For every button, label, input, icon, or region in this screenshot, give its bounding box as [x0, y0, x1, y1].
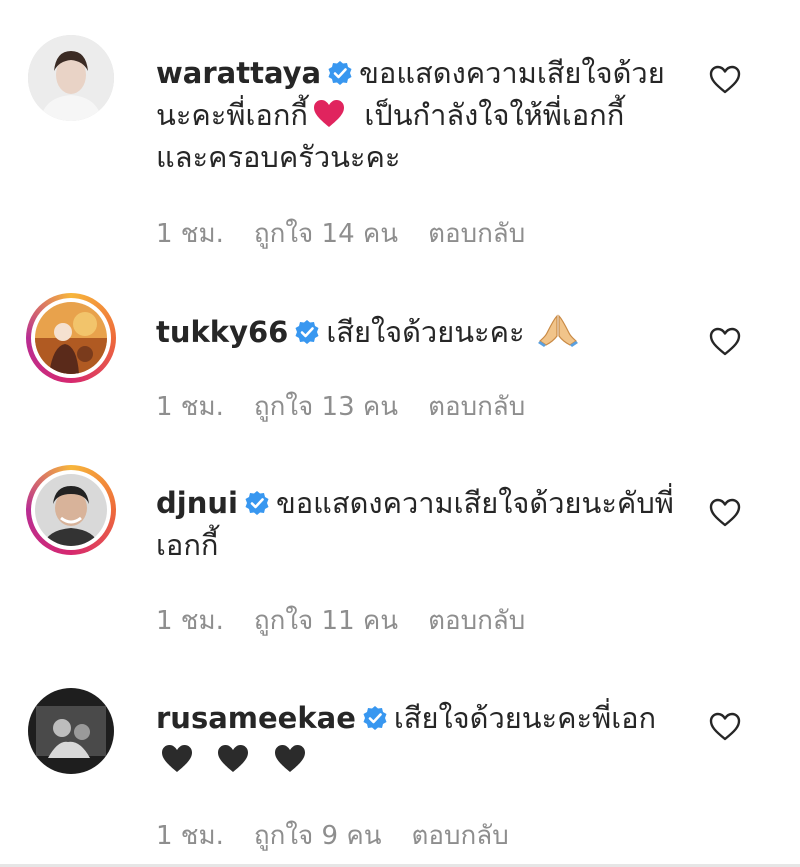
like-heart-icon[interactable] [708, 326, 742, 358]
avatar-tukky66[interactable] [26, 293, 116, 383]
comment-username[interactable]: warattaya [156, 56, 321, 90]
comment-time: 1 ชม. [156, 821, 224, 851]
verified-badge-icon [362, 705, 388, 731]
avatar-djnui[interactable] [26, 465, 116, 555]
comment-likes[interactable]: ถูกใจ 11 คน [254, 606, 398, 636]
comment-username[interactable]: tukky66 [156, 315, 288, 349]
comment-likes[interactable]: ถูกใจ 13 คน [254, 392, 398, 422]
comment-likes[interactable]: ถูกใจ 9 คน [254, 821, 382, 851]
comment-body: rusameekae เสียใจด้วยนะคะพี่เอก [156, 697, 676, 781]
black-heart-icon [216, 743, 250, 775]
comment-meta: 1 ชม. ถูกใจ 14 คน ตอบกลับ [156, 213, 555, 254]
avatar-warattaya[interactable] [28, 35, 114, 121]
comment-meta: 1 ชม. ถูกใจ 9 คน ตอบกลับ [156, 815, 539, 856]
red-heart-icon [312, 98, 346, 130]
black-heart-icon [273, 743, 307, 775]
avatar-photo [35, 474, 107, 546]
comment-body: tukky66 เสียใจด้วยนะคะ [156, 311, 676, 353]
folded-hands-icon [537, 313, 578, 347]
comment-time: 1 ชม. [156, 392, 224, 422]
reply-button[interactable]: ตอบกลับ [412, 821, 509, 851]
comment-text: เสียใจด้วยนะคะพี่เอก [393, 701, 657, 735]
comment-meta: 1 ชม. ถูกใจ 11 คน ตอบกลับ [156, 600, 555, 641]
verified-badge-icon [244, 490, 270, 516]
like-heart-icon[interactable] [708, 64, 742, 96]
reply-button[interactable]: ตอบกลับ [428, 392, 525, 422]
avatar-photo [28, 35, 114, 121]
comment-time: 1 ชม. [156, 219, 224, 249]
reply-button[interactable]: ตอบกลับ [428, 219, 525, 249]
comment-username[interactable]: rusameekae [156, 701, 356, 735]
comment-body: djnui ขอแสดงความเสียใจด้วยนะคับพี่เอกกี้ [156, 482, 676, 566]
comment-meta: 1 ชม. ถูกใจ 13 คน ตอบกลับ [156, 386, 555, 427]
verified-badge-icon [294, 319, 320, 345]
avatar-photo [28, 688, 114, 774]
comment-time: 1 ชม. [156, 606, 224, 636]
like-heart-icon[interactable] [708, 497, 742, 529]
avatar-rusameekae[interactable] [28, 688, 114, 774]
verified-badge-icon [327, 60, 353, 86]
reply-button[interactable]: ตอบกลับ [428, 606, 525, 636]
avatar-inner [31, 298, 111, 378]
comment-text: เสียใจด้วยนะคะ [326, 315, 525, 349]
comment-username[interactable]: djnui [156, 486, 238, 520]
avatar-inner [31, 470, 111, 550]
avatar-photo [35, 302, 107, 374]
comment-body: warattaya ขอแสดงความเสียใจด้วยนะคะพี่เอกก… [156, 52, 676, 178]
like-heart-icon[interactable] [708, 711, 742, 743]
comment-likes[interactable]: ถูกใจ 14 คน [254, 219, 398, 249]
black-heart-icon [160, 743, 194, 775]
